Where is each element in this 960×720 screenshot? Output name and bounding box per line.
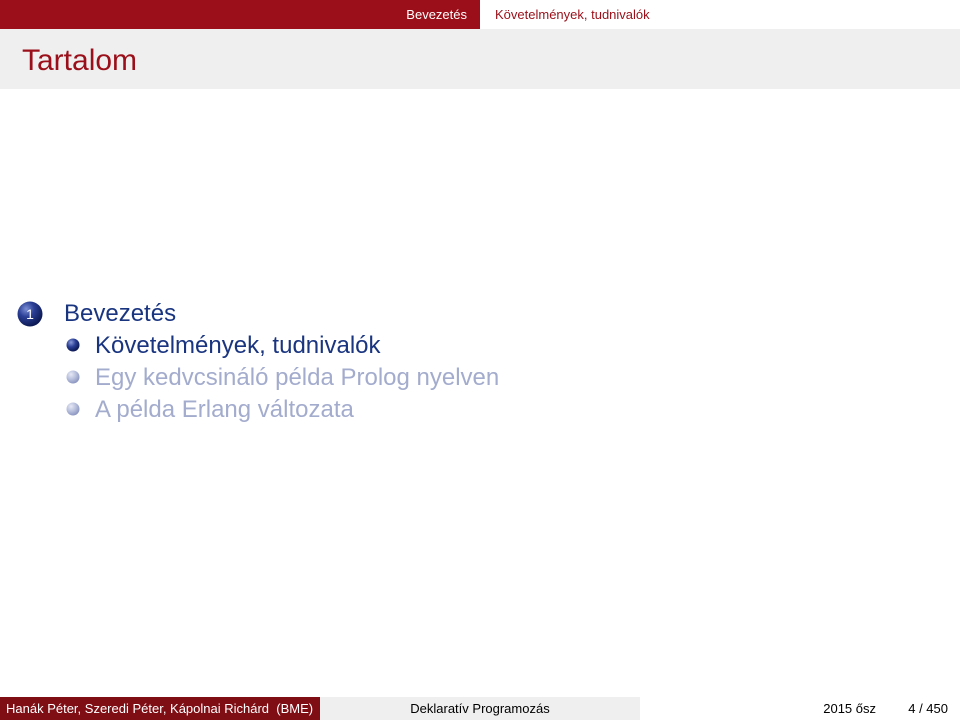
footer-course-segment: Deklaratív Programozás xyxy=(320,697,640,720)
toc-subsection-kovetelmenyek[interactable]: Követelmények, tudnivalók xyxy=(95,332,381,360)
footer-date: 2015 ősz xyxy=(823,701,876,716)
section-number-ball-icon: 1 xyxy=(17,301,43,327)
subsection-bullet-icon xyxy=(66,370,80,384)
footer-authors: Hanák Péter, Szeredi Péter, Kápolnai Ric… xyxy=(6,701,314,716)
toc-subsection-erlang-pelda[interactable]: A példa Erlang változata xyxy=(95,396,354,424)
section-number: 1 xyxy=(26,306,34,322)
footer-authors-segment: Hanák Péter, Szeredi Péter, Kápolnai Ric… xyxy=(0,697,320,720)
footer-meta-segment: 2015 ősz 4 / 450 xyxy=(640,697,960,720)
footer-bar: Hanák Péter, Szeredi Péter, Kápolnai Ric… xyxy=(0,697,960,720)
footer-page-number: 4 / 450 xyxy=(908,701,948,716)
footer-institution: (BME) xyxy=(276,701,314,716)
toc-subsection-prolog-pelda[interactable]: Egy kedvcsináló példa Prolog nyelven xyxy=(95,364,499,392)
footer-course-title: Deklaratív Programozás xyxy=(410,701,550,716)
subsection-bullet-icon xyxy=(66,402,80,416)
toc-section-bevezetes[interactable]: Bevezetés xyxy=(64,300,176,328)
subsection-bullet-icon xyxy=(66,338,80,352)
table-of-contents: 1 Bevezetés Követelmények, tudnivalók Eg… xyxy=(0,0,960,720)
